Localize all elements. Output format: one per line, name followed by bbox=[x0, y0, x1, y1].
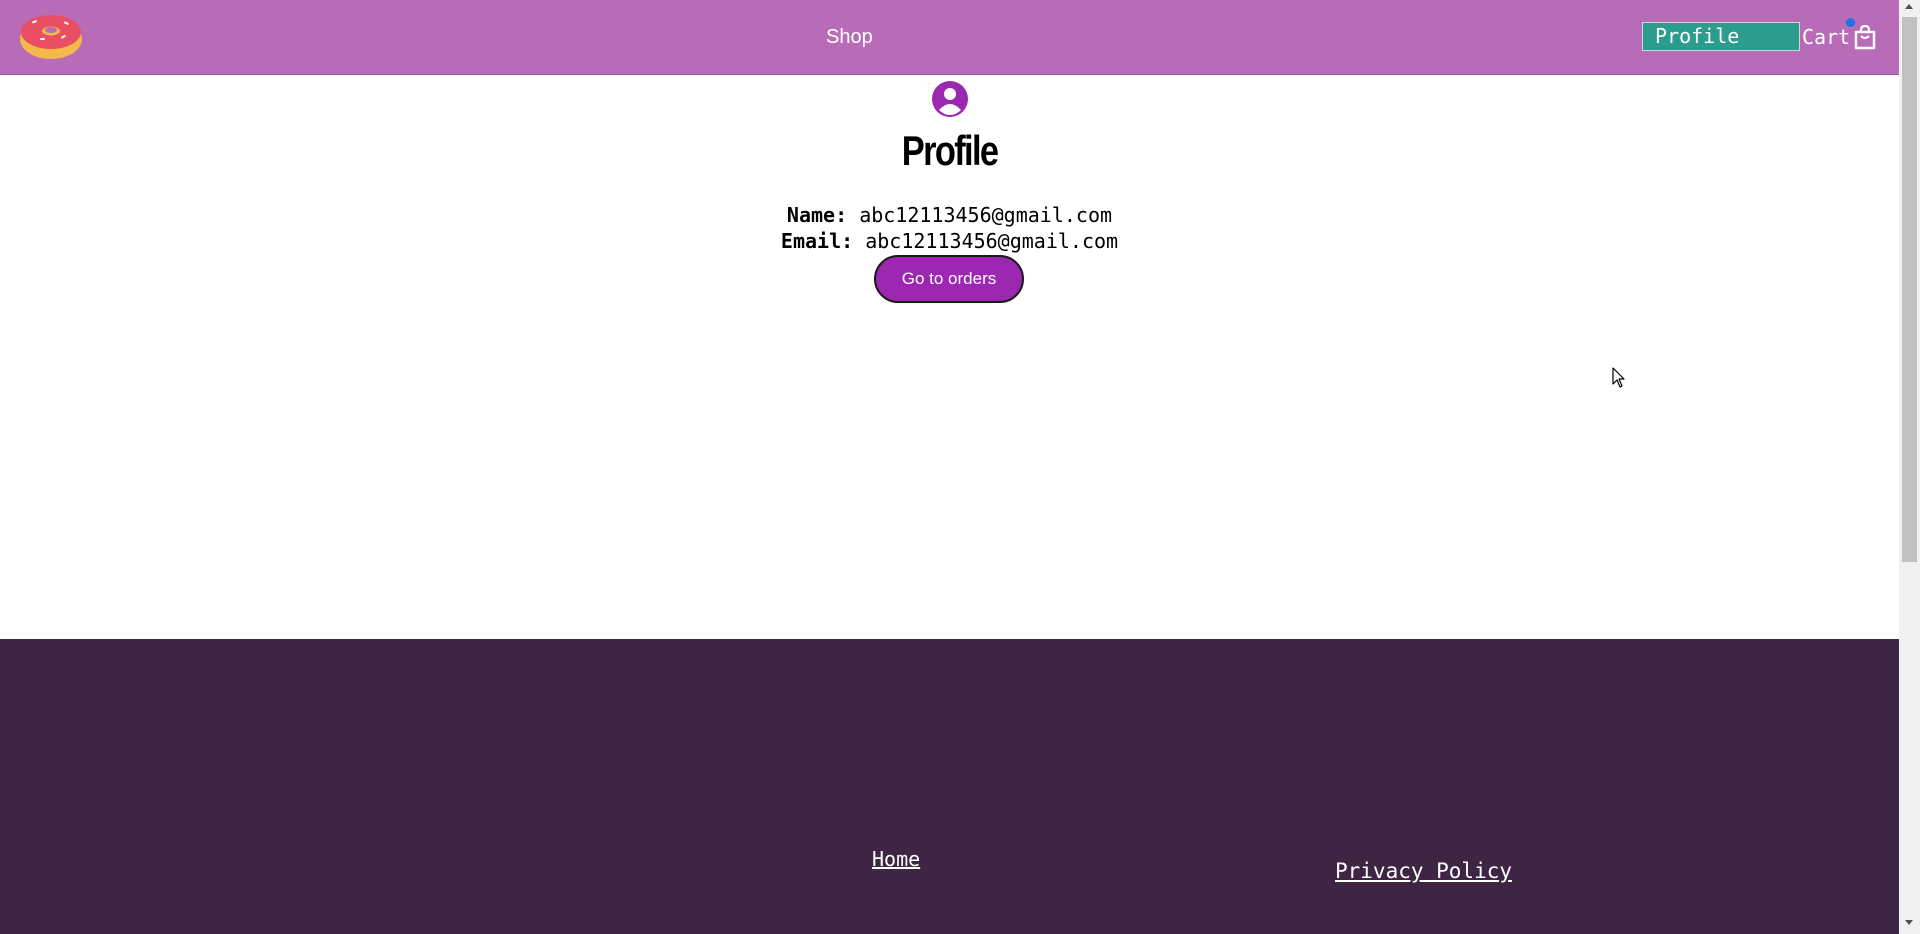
page-title: Profile bbox=[901, 127, 999, 174]
nav-shop-link[interactable]: Shop bbox=[826, 26, 873, 49]
nav-profile-link[interactable]: Profile bbox=[1642, 22, 1800, 51]
name-row: Name: abc12113456@gmail.com bbox=[0, 203, 1899, 227]
nav-cart-link[interactable]: Cart bbox=[1802, 22, 1878, 52]
profile-main: Profile Name: abc12113456@gmail.com Emai… bbox=[0, 75, 1899, 639]
page: Shop Profile Cart Profile Name: abc12113… bbox=[0, 0, 1899, 934]
mouse-cursor-icon bbox=[1612, 367, 1625, 388]
footer-home-link[interactable]: Home bbox=[872, 847, 920, 871]
scroll-up-arrow-icon[interactable] bbox=[1905, 4, 1913, 9]
email-value: abc12113456@gmail.com bbox=[865, 229, 1119, 253]
email-label: Email: bbox=[780, 229, 854, 253]
vertical-scrollbar[interactable] bbox=[1899, 0, 1920, 934]
name-label: Name: bbox=[786, 203, 848, 227]
name-value: abc12113456@gmail.com bbox=[859, 203, 1113, 227]
scrollbar-thumb[interactable] bbox=[1902, 17, 1917, 562]
email-row: Email: abc12113456@gmail.com bbox=[0, 229, 1899, 253]
top-navbar: Shop Profile Cart bbox=[0, 0, 1899, 75]
user-circle-icon bbox=[932, 81, 968, 117]
go-to-orders-button[interactable]: Go to orders bbox=[874, 255, 1024, 303]
cart-label: Cart bbox=[1802, 25, 1851, 49]
shopping-bag-icon bbox=[1854, 24, 1876, 50]
cart-badge-dot bbox=[1846, 18, 1855, 27]
scroll-down-arrow-icon[interactable] bbox=[1905, 920, 1913, 925]
footer-privacy-policy-link[interactable]: Privacy Policy bbox=[1335, 859, 1512, 883]
donut-logo-icon[interactable] bbox=[18, 8, 84, 62]
footer: Home Privacy Policy bbox=[0, 639, 1899, 934]
